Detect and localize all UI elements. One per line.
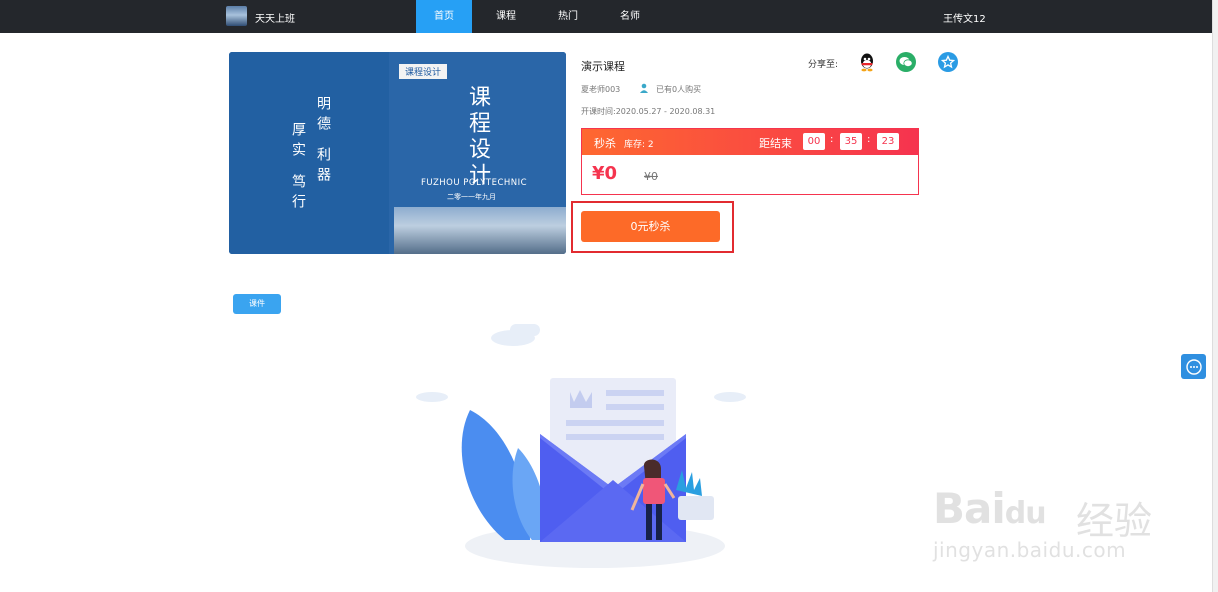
cover-tag: 课程设计 (399, 64, 448, 79)
tab-courseware[interactable]: 课件 (233, 294, 281, 314)
course-dates: 开课时间:2020.05.27 - 2020.08.31 (581, 107, 716, 116)
site-name[interactable]: 天天上班 (255, 10, 295, 25)
watermark-cn: 经验 (1076, 499, 1153, 543)
course-title: 演示课程 (581, 60, 625, 73)
user-icon (639, 83, 649, 95)
countdown-separator: : (867, 134, 871, 145)
watermark-logo: Baidu (933, 484, 1047, 533)
buyers-count: 已有0人购买 (656, 84, 702, 94)
original-price: ¥0 (644, 170, 658, 183)
flash-sale-header: 秒杀 库存: 2 距结束 00 : 35 : 23 (582, 129, 918, 155)
chat-icon[interactable] (1181, 354, 1206, 379)
cover-title: 课程设计 (465, 85, 490, 189)
watermark-url: jingyan.baidu.com (933, 538, 1127, 562)
countdown-seconds: 23 (877, 133, 899, 150)
qzone-icon[interactable] (938, 52, 958, 72)
wechat-icon[interactable] (896, 52, 916, 72)
top-nav-bar: 天天上班 首页 课程 热门 名师 王传文12 (0, 0, 1212, 33)
stock-count: 库存: 2 (624, 140, 654, 150)
baidu-jingyan-watermark: Baidu 经验 jingyan.baidu.com (933, 476, 1163, 568)
countdown-minutes: 35 (840, 133, 862, 150)
nav-courses[interactable]: 课程 (478, 0, 534, 33)
cover-left-panel (229, 52, 389, 254)
share-label: 分享至: (808, 60, 839, 70)
sale-price: ¥0 (592, 163, 618, 184)
empty-state-illustration (416, 324, 746, 568)
cover-campus-photo (394, 207, 566, 254)
cover-motto-1: 明德 (315, 96, 331, 136)
countdown-label: 距结束 (759, 137, 792, 150)
flash-sale-buy-button[interactable]: 0元秒杀 (581, 211, 720, 242)
cover-motto-2: 利器 (315, 147, 331, 187)
site-logo[interactable] (226, 6, 247, 26)
cover-school-name: FUZHOU POLYTECHNIC (421, 178, 528, 188)
countdown-separator: : (830, 134, 834, 145)
scrollbar[interactable] (1212, 0, 1218, 592)
cover-date: 二零一一年九月 (447, 193, 496, 201)
nav-teachers[interactable]: 名师 (602, 0, 658, 33)
nav-hot[interactable]: 热门 (540, 0, 596, 33)
qq-icon[interactable] (857, 52, 877, 72)
countdown-hours: 00 (803, 133, 825, 150)
user-name[interactable]: 王传文12 (943, 10, 986, 25)
cover-motto-4: 笃行 (290, 174, 306, 214)
buyers-info: 已有0人购买 (639, 83, 701, 95)
course-cover-image: 明德 利器 厚实 笃行 课程设计 课程设计 FUZHOU POLYTECHNIC… (229, 52, 566, 254)
nav-home[interactable]: 首页 (416, 0, 472, 33)
cover-motto-3: 厚实 (290, 122, 306, 162)
flash-sale-box: 秒杀 库存: 2 距结束 00 : 35 : 23 ¥0 ¥0 (581, 128, 919, 195)
flash-sale-label: 秒杀 (594, 137, 616, 150)
teacher-name: 夏老师003 (581, 85, 621, 94)
